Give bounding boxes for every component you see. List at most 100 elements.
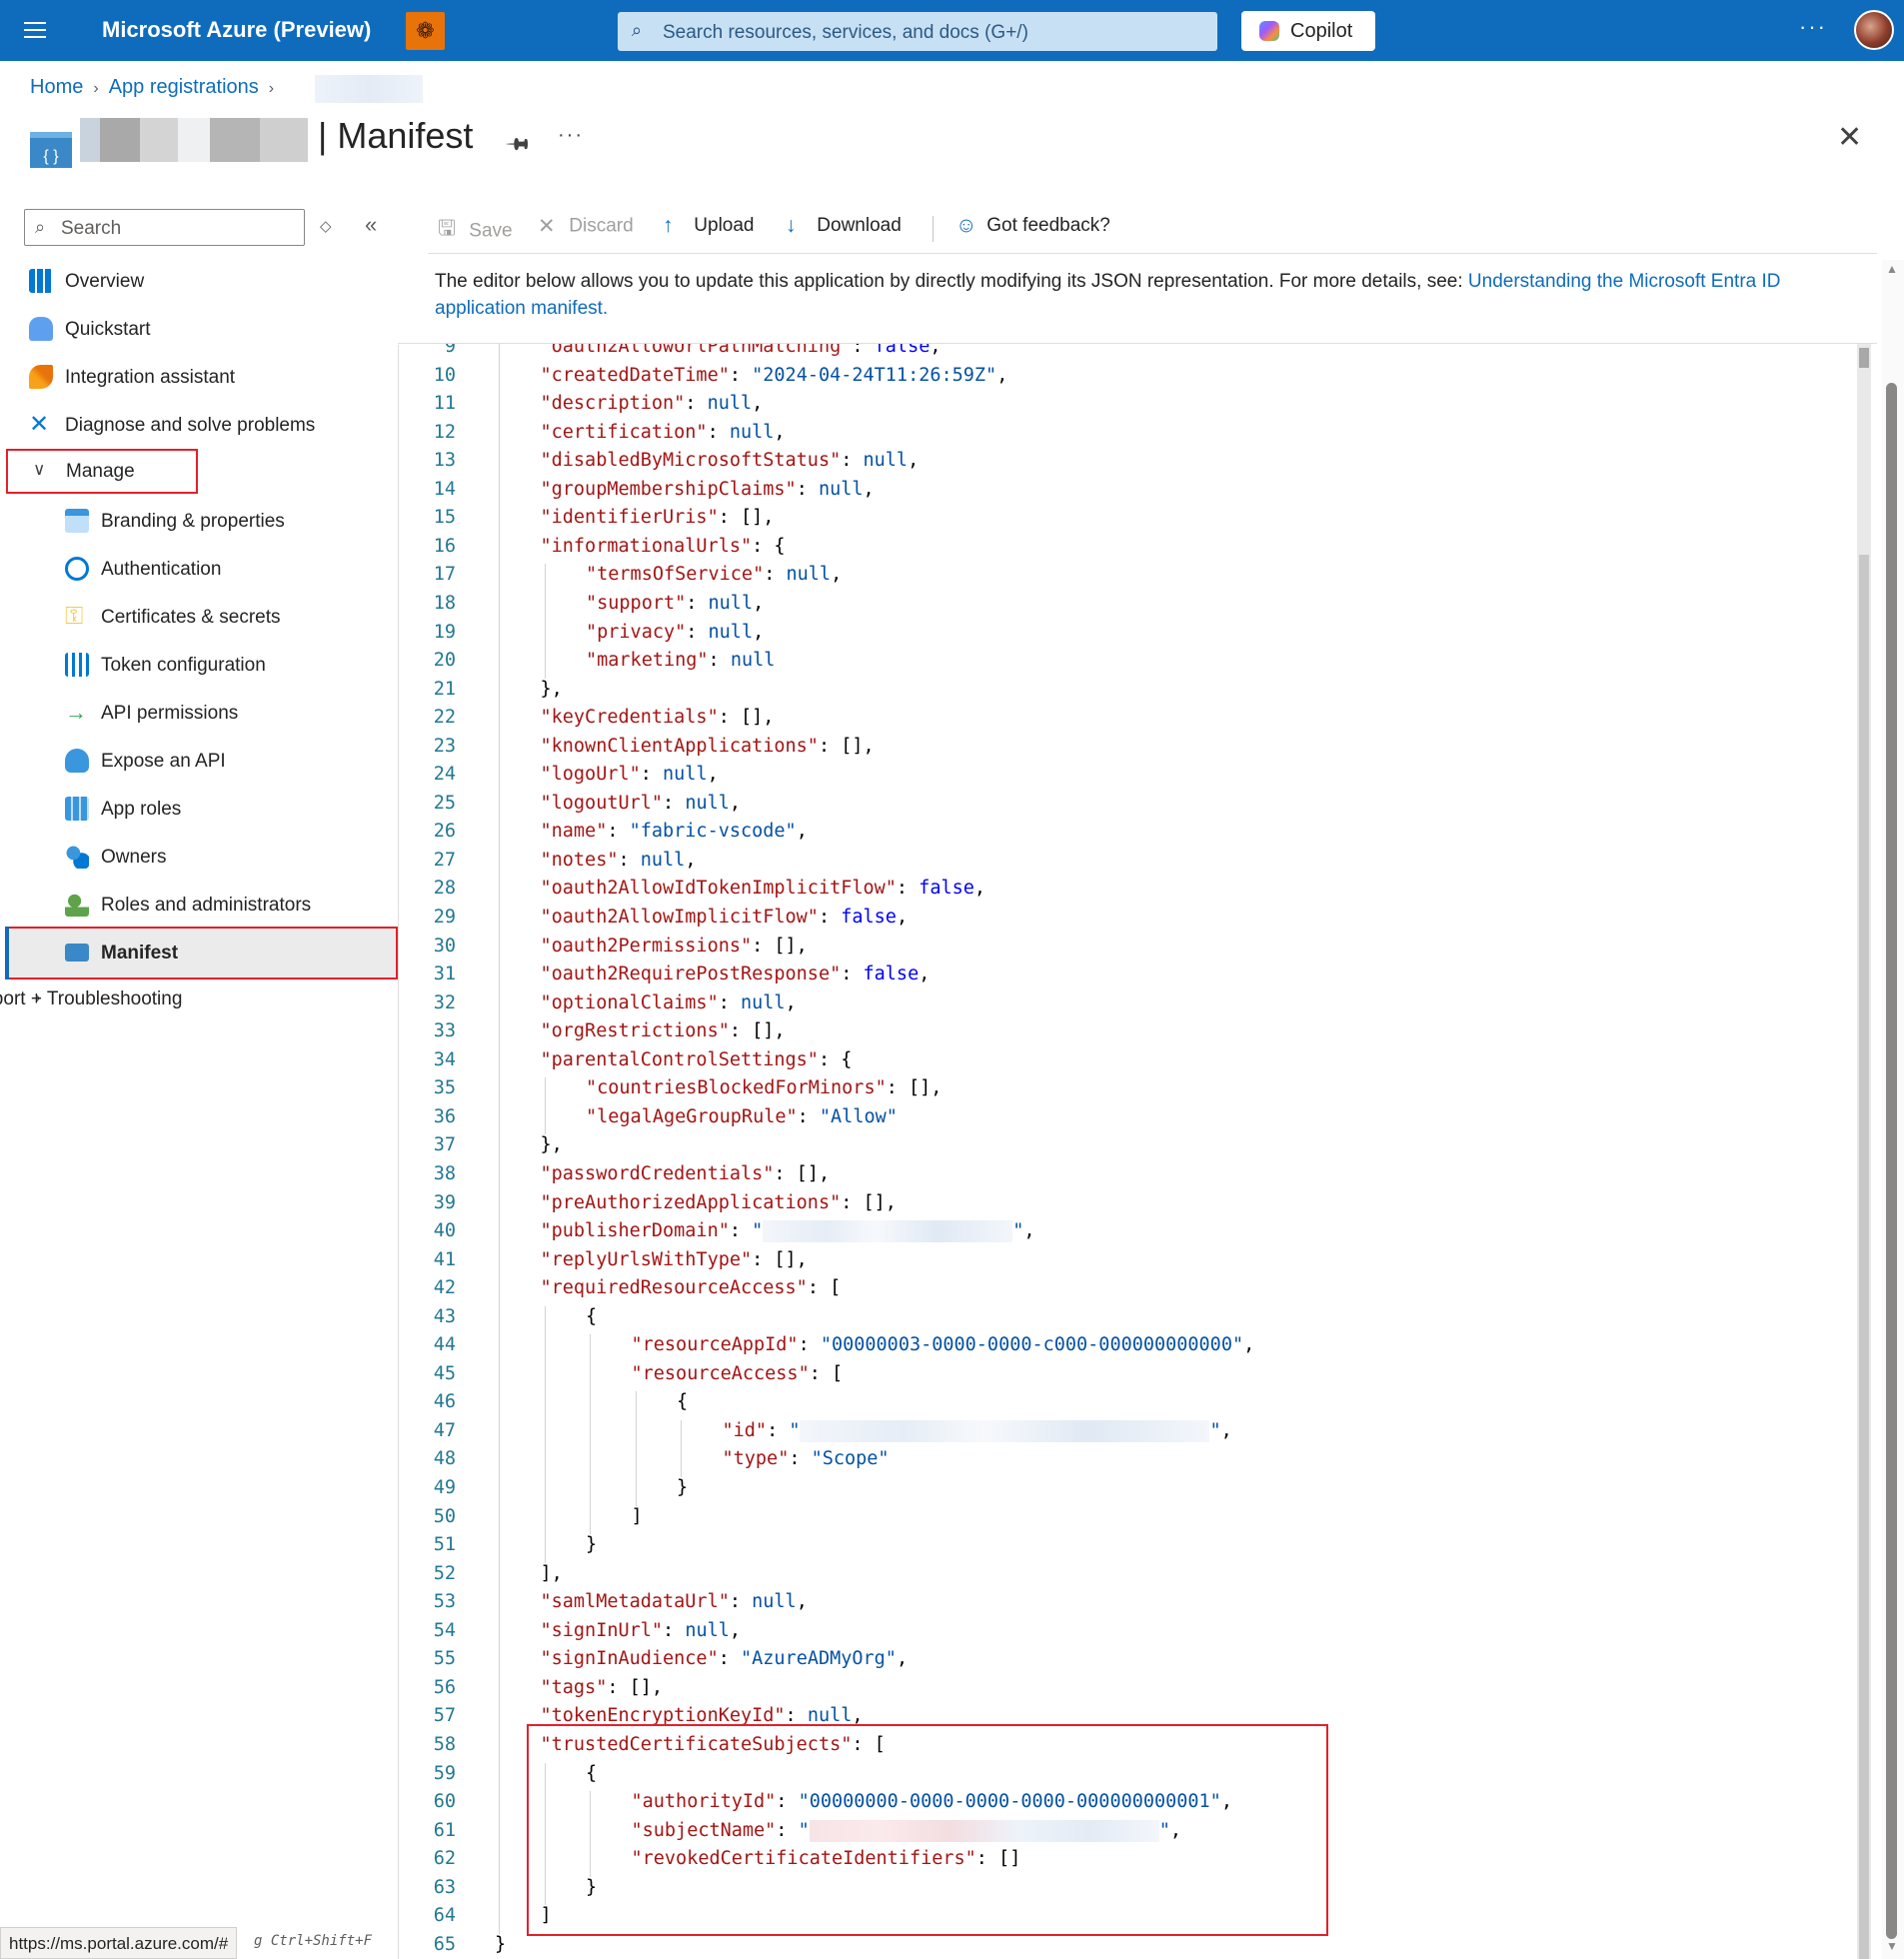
more-options-icon[interactable]: ··· — [1799, 14, 1827, 40]
line-number: 64 — [433, 1905, 456, 1927]
save-button[interactable]: 🖫 Save — [438, 214, 513, 249]
code-line[interactable]: 16 "informationalUrls": { — [398, 536, 1857, 565]
code-line[interactable]: 51} — [398, 1534, 1857, 1563]
code-line[interactable]: 29 "oauth2AllowImplicitFlow": false, — [398, 907, 1857, 936]
breadcrumb-app-registrations[interactable]: App registrations — [109, 76, 259, 98]
code-line[interactable]: 14 "groupMembershipClaims": null, — [398, 479, 1857, 508]
code-line[interactable]: 28 "oauth2AllowIdTokenImplicitFlow": fals… — [398, 878, 1857, 907]
code-line[interactable]: 42 "requiredResourceAccess": [ — [398, 1277, 1857, 1306]
chevron-down-icon[interactable]: ∨ — [33, 460, 45, 480]
code-line[interactable]: 18 "support": null, — [398, 593, 1857, 622]
line-number: 34 — [433, 1048, 456, 1070]
page-scrollbar-thumb[interactable] — [1886, 383, 1897, 1939]
code-line[interactable]: 21}, — [398, 679, 1857, 708]
code-line[interactable]: 40 "publisherDomain": " ", — [398, 1220, 1857, 1249]
code-line[interactable]: 55 "signInAudience": "AzureADMyOrg", — [398, 1648, 1857, 1677]
code-line[interactable]: 34 "parentalControlSettings": { — [398, 1049, 1857, 1078]
json-punct: , — [1220, 1419, 1232, 1441]
code-text: "description": null, — [541, 393, 764, 414]
close-icon[interactable]: ✕ — [1837, 120, 1862, 155]
code-line[interactable]: 37}, — [398, 1134, 1857, 1163]
code-line[interactable]: 12 "certification": null, — [398, 422, 1857, 451]
code-text: "termsOfService": null, — [586, 564, 842, 585]
feedback-button[interactable]: ☺ Got feedback? — [955, 214, 1110, 238]
code-line[interactable]: 65} — [398, 1934, 1857, 1959]
json-key: "knownClientApplications" — [540, 735, 819, 757]
code-line[interactable]: 9 "oauth2AllowUrlPathMatching": false, — [398, 344, 1857, 365]
redacted-value — [763, 1220, 1013, 1243]
json-value: null — [786, 564, 832, 586]
code-line[interactable]: 53 "samlMetadataUrl": null, — [398, 1591, 1857, 1620]
scroll-down-icon[interactable]: ▼ — [1886, 1939, 1898, 1953]
code-line[interactable]: 33 "orgRestrictions": [], — [398, 1020, 1857, 1049]
code-line[interactable]: 41 "replyUrlsWithType": [], — [398, 1249, 1857, 1278]
code-line[interactable]: 39 "preAuthorizedApplications": [], — [398, 1192, 1857, 1221]
line-number: 57 — [433, 1705, 456, 1727]
json-punct: : — [708, 650, 731, 672]
code-line[interactable]: 23 "knownClientApplications": [], — [398, 736, 1857, 765]
json-punct: , — [774, 421, 786, 443]
pin-icon[interactable]: 🖈 — [498, 124, 539, 165]
code-line[interactable]: 47 "id": " ", — [398, 1419, 1857, 1449]
json-punct: } — [586, 1534, 598, 1556]
code-line[interactable]: 38 "passwordCredentials": [], — [398, 1163, 1857, 1192]
code-line[interactable]: 49} — [398, 1477, 1857, 1506]
code-line[interactable]: 19 "privacy": null, — [398, 622, 1857, 651]
code-line[interactable]: 46 { — [398, 1391, 1857, 1420]
code-line[interactable]: 22 "keyCredentials": [], — [398, 707, 1857, 736]
code-line[interactable]: 44 "resourceAppId": "00000003-0000-0000-c… — [398, 1334, 1857, 1363]
code-line[interactable]: 15 "identifierUris": [], — [398, 507, 1857, 536]
code-line[interactable]: 20 "marketing": null — [398, 650, 1857, 679]
copilot-button[interactable]: Copilot — [1241, 11, 1375, 51]
code-line[interactable]: 30 "oauth2Permissions": [], — [398, 936, 1857, 965]
collapse-sidebar-icon[interactable]: « — [365, 212, 377, 238]
avatar[interactable] — [1854, 10, 1894, 50]
upload-button[interactable]: ↑ Upload — [663, 214, 755, 238]
app-title[interactable]: Microsoft Azure (Preview) — [102, 17, 371, 43]
code-line[interactable]: 32 "optionalClaims": null, — [398, 992, 1857, 1021]
editor-scrollbar-thumb[interactable] — [1859, 555, 1869, 1959]
manifest-page-icon: { } — [30, 132, 72, 168]
expand-collapse-icon[interactable]: ◇ — [320, 217, 332, 235]
json-value: false — [841, 907, 897, 928]
json-value: null — [730, 650, 776, 672]
info-text: The editor below allows you to update th… — [435, 268, 1854, 322]
code-line[interactable]: 10 "createdDateTime": "2024-04-24T11:26:5… — [398, 365, 1857, 394]
json-editor[interactable]: 9 "oauth2AllowUrlPathMatching": false, 10 "… — [398, 344, 1877, 1959]
code-line[interactable]: 54 "signInUrl": null, — [398, 1620, 1857, 1649]
discard-button[interactable]: ✕ Discard — [538, 214, 634, 239]
json-punct: , — [831, 564, 843, 586]
code-line[interactable]: 36 "legalAgeGroupRule": "Allow" — [398, 1106, 1857, 1135]
code-line[interactable]: 27 "notes": null, — [398, 850, 1857, 879]
sidebar-search-input[interactable]: ⌕ Search — [24, 209, 305, 246]
breadcrumb-app-name-redacted[interactable] — [315, 75, 423, 103]
hamburger-menu-icon[interactable] — [24, 18, 48, 42]
breadcrumb-home[interactable]: Home — [30, 76, 83, 98]
code-line[interactable]: 11 "description": null, — [398, 393, 1857, 422]
indent-guide — [635, 1391, 637, 1506]
code-line[interactable]: 48 "type": "Scope" — [398, 1448, 1857, 1477]
code-line[interactable]: 26 "name": "fabric-vscode", — [398, 821, 1857, 850]
json-punct: , — [908, 450, 920, 472]
download-button[interactable]: ↓ Download — [786, 214, 902, 238]
code-line[interactable]: 50] — [398, 1506, 1857, 1535]
bug-report-icon[interactable]: ❁ — [406, 12, 445, 50]
code-line[interactable]: 24 "logoUrl": null, — [398, 764, 1857, 793]
line-number: 21 — [433, 678, 456, 700]
code-line[interactable]: 52], — [398, 1563, 1857, 1592]
search-icon: ⌕ — [35, 217, 46, 237]
code-line[interactable]: 35 "countriesBlockedForMinors": [], — [398, 1077, 1857, 1106]
json-key: "createdDateTime" — [540, 364, 730, 386]
code-line[interactable]: 45 "resourceAccess": [ — [398, 1363, 1857, 1392]
code-line[interactable]: 17 "termsOfService": null, — [398, 564, 1857, 593]
code-line[interactable]: 13 "disabledByMicrosoftStatus": null, — [398, 450, 1857, 479]
code-line[interactable]: 25 "logoutUrl": null, — [398, 793, 1857, 822]
selected-indicator — [5, 927, 9, 980]
code-line[interactable]: 43 { — [398, 1306, 1857, 1335]
code-line[interactable]: 31 "oauth2RequirePostResponse": false, — [398, 964, 1857, 992]
code-line[interactable]: 56 "tags": [], — [398, 1677, 1857, 1706]
page-more-icon[interactable]: ··· — [558, 124, 584, 147]
json-punct: : — [852, 344, 875, 357]
scroll-up-icon[interactable]: ▲ — [1886, 262, 1898, 276]
global-search-input[interactable]: ⌕ Search resources, services, and docs (… — [618, 12, 1217, 51]
